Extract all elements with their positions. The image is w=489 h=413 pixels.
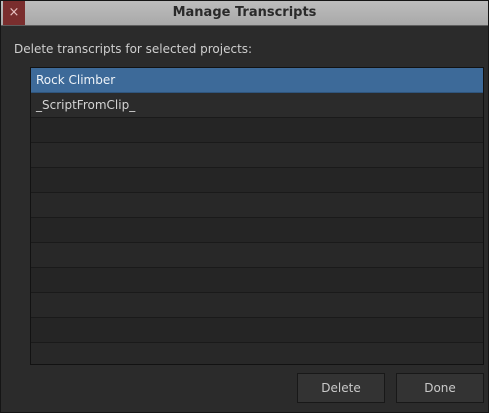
- project-list[interactable]: Rock Climber _ScriptFromClip_: [30, 67, 484, 365]
- delete-button[interactable]: Delete: [297, 373, 385, 403]
- dialog-title: Manage Transcripts: [172, 5, 317, 20]
- empty-row: [31, 243, 483, 268]
- empty-row: [31, 268, 483, 293]
- empty-row: [31, 143, 483, 168]
- project-item-rock-climber[interactable]: Rock Climber: [31, 68, 483, 93]
- empty-row: [31, 343, 483, 364]
- manage-transcripts-dialog: × Manage Transcripts Delete transcripts …: [0, 0, 489, 413]
- empty-row: [31, 218, 483, 243]
- project-item-scriptfromclip[interactable]: _ScriptFromClip_: [31, 93, 483, 118]
- empty-row: [31, 168, 483, 193]
- instruction-label: Delete transcripts for selected projects…: [14, 42, 253, 56]
- empty-row: [31, 293, 483, 318]
- empty-row: [31, 118, 483, 143]
- title-bar: × Manage Transcripts: [1, 1, 488, 26]
- done-button[interactable]: Done: [396, 373, 484, 403]
- empty-row: [31, 193, 483, 218]
- empty-row: [31, 318, 483, 343]
